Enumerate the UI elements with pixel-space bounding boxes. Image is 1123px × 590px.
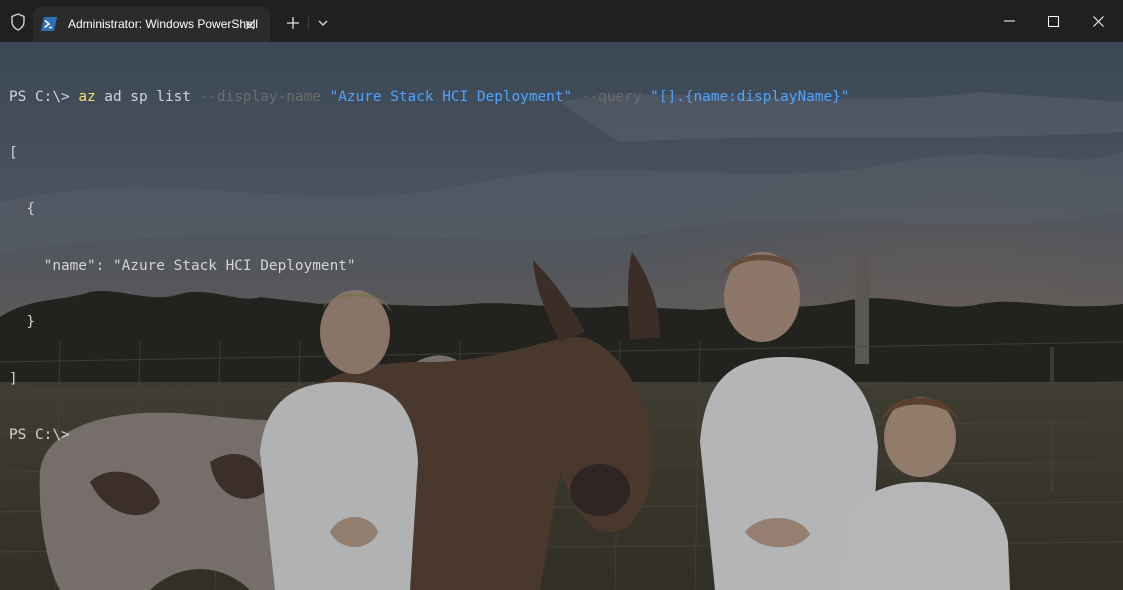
terminal-window: Administrator: Windows PowerShell PS C:\… (0, 0, 1123, 590)
tab-separator (308, 16, 309, 30)
value-query: "[].{name:displayName}" (650, 88, 850, 105)
maximize-icon[interactable] (1030, 0, 1076, 42)
command-args: ad sp list (95, 88, 200, 105)
output-line: "name": "Azure Stack HCI Deployment" (9, 257, 356, 274)
title-bar[interactable]: Administrator: Windows PowerShell (0, 0, 1123, 42)
prompt-line[interactable]: PS C:\> (9, 426, 849, 445)
terminal-pane[interactable]: PS C:\> az ad sp list --display-name "Az… (0, 42, 1123, 590)
prompt: PS C:\> (9, 88, 79, 105)
command-name: az (78, 88, 96, 105)
terminal-output[interactable]: PS C:\> az ad sp list --display-name "Az… (9, 50, 849, 482)
output-line: [ (9, 144, 18, 161)
output-line: { (9, 201, 35, 218)
output-line: ] (9, 370, 18, 387)
tab-powershell[interactable]: Administrator: Windows PowerShell (33, 7, 270, 42)
chevron-down-icon[interactable] (311, 10, 335, 36)
output-line: } (9, 314, 35, 331)
powershell-icon (41, 17, 57, 31)
command-line: PS C:\> az ad sp list --display-name "Az… (9, 88, 849, 107)
value-display-name: "Azure Stack HCI Deployment" (329, 88, 573, 105)
minimize-icon[interactable] (986, 0, 1032, 42)
plus-icon[interactable] (281, 10, 305, 36)
close-icon[interactable] (238, 13, 262, 37)
shield-icon[interactable] (4, 7, 32, 37)
close-icon[interactable] (1075, 0, 1121, 42)
param-display-name: --display-name (199, 88, 321, 105)
param-query: --query (580, 88, 642, 105)
